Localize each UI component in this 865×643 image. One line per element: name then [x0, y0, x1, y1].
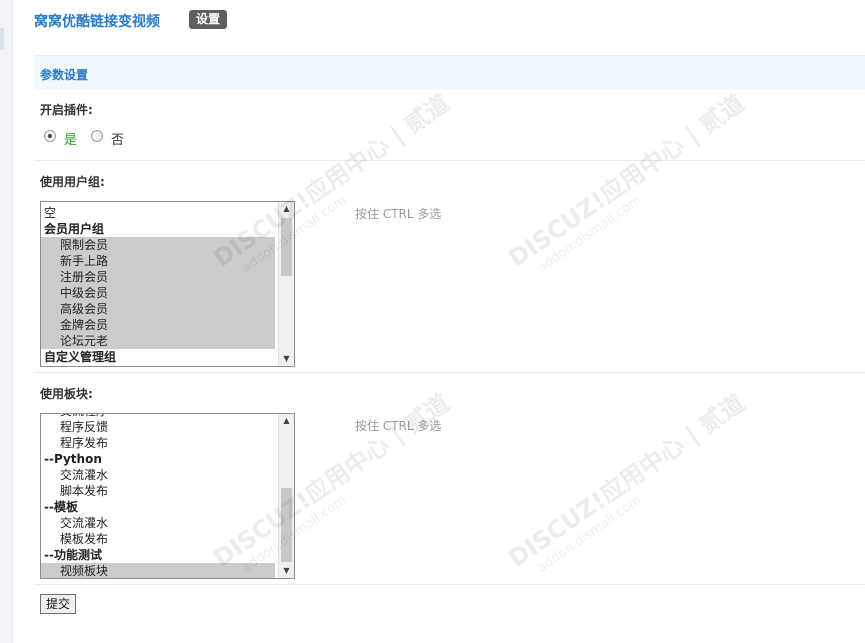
user-groups-option[interactable]: 论坛元老: [41, 333, 275, 349]
radio-no[interactable]: [91, 130, 103, 142]
scroll-down-icon[interactable]: ▼: [279, 352, 294, 366]
left-rail-marker: [0, 28, 4, 50]
divider: [34, 160, 865, 161]
page-title: 窝窝优酷链接变视频: [34, 14, 160, 30]
radio-yes-label[interactable]: 是: [64, 129, 77, 148]
user-groups-option[interactable]: 中级会员: [41, 285, 275, 301]
user-groups-label: 使用用户组:: [40, 175, 105, 189]
forums-option[interactable]: 交流灌水: [41, 467, 275, 483]
divider: [34, 584, 865, 585]
forums-label: 使用板块:: [40, 387, 93, 401]
section-header: 参数设置: [34, 55, 865, 90]
watermark: DISCUZ!应用中心 | 贰道 addon.dismall.com: [503, 88, 750, 276]
forums-option[interactable]: 程序反馈: [41, 419, 275, 435]
forums-option[interactable]: 程序发布: [41, 435, 275, 451]
radio-yes[interactable]: [44, 130, 56, 142]
forums-option[interactable]: 脚本发布: [41, 483, 275, 499]
watermark: DISCUZ!应用中心 | 贰道 addon.dismall.com: [503, 388, 750, 576]
watermark: DISCUZ!应用中心 | 贰道 addon.dismall.com: [208, 88, 455, 276]
divider: [34, 372, 865, 373]
scroll-up-icon[interactable]: ▲: [279, 414, 294, 428]
settings-badge[interactable]: 设置: [189, 10, 228, 29]
scroll-down-icon[interactable]: ▼: [279, 564, 294, 578]
forums-option: --模板: [44, 500, 78, 514]
section-title: 参数设置: [40, 68, 89, 82]
forums-option: --Python: [44, 452, 102, 466]
user-groups-option[interactable]: 金牌会员: [41, 317, 275, 333]
user-groups-option[interactable]: 空: [41, 205, 275, 221]
plugin-toggle-label: 开启插件:: [40, 103, 93, 117]
user-groups-option[interactable]: 高级会员: [41, 301, 275, 317]
user-groups-hint: 按住 CTRL 多选: [355, 207, 442, 221]
submit-button[interactable]: 提交: [40, 594, 77, 614]
radio-no-label[interactable]: 否: [111, 129, 124, 148]
user-groups-option: 自定义管理组: [44, 350, 117, 364]
left-rail: [0, 0, 13, 643]
